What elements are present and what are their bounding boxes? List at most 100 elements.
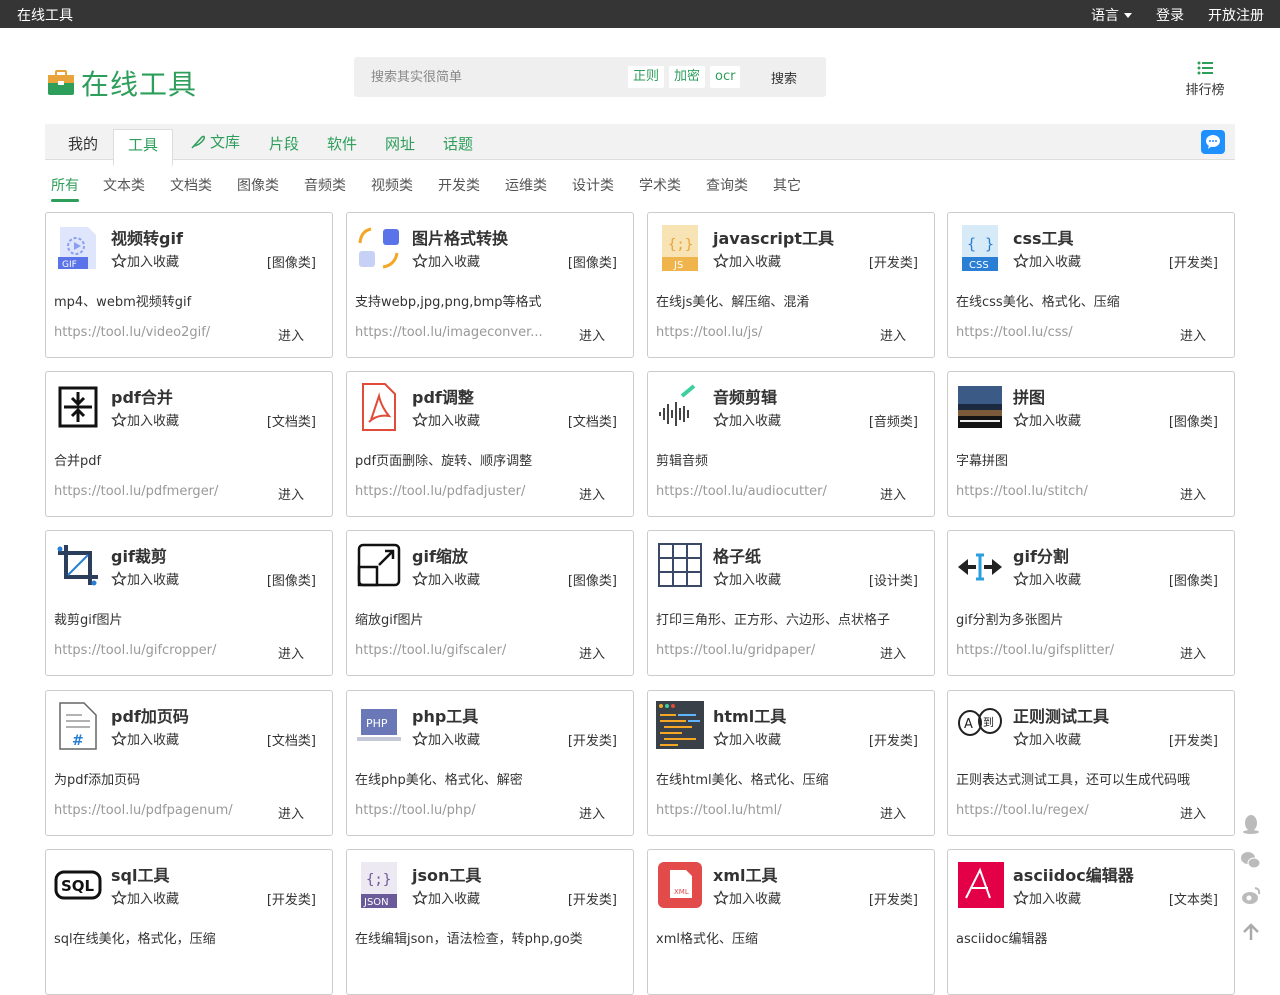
tab-mine[interactable]: 我的	[68, 124, 98, 160]
favorite-button[interactable]: 加入收藏	[1013, 888, 1081, 907]
site-logo[interactable]: 在线工具	[47, 63, 197, 103]
category-video[interactable]: 视频类	[371, 175, 413, 195]
tab-sites[interactable]: 网址	[385, 124, 415, 160]
enter-link[interactable]: 进入	[579, 643, 605, 662]
tool-url[interactable]: https://tool.lu/gifsplitter/	[956, 643, 1156, 658]
tool-title[interactable]: sql工具	[111, 862, 169, 886]
favorite-button[interactable]: 加入收藏	[111, 410, 179, 429]
quick-tag-regex[interactable]: 正则	[628, 66, 665, 88]
category-document[interactable]: 文档类	[170, 175, 212, 195]
tool-card[interactable]: gif缩放 加入收藏 [图像类] 缩放gif图片 https://tool.lu/gif…	[346, 530, 634, 676]
enter-link[interactable]: 进入	[880, 803, 906, 822]
tool-card[interactable]: 音频剪辑 加入收藏 [音频类] 剪辑音频 https://tool.lu/audiocu…	[647, 371, 935, 517]
tool-url[interactable]: https://tool.lu/js/	[656, 325, 856, 340]
tool-url[interactable]: https://tool.lu/php/	[355, 803, 555, 818]
favorite-button[interactable]: 加入收藏	[111, 569, 179, 588]
tool-card[interactable]: PHP php工具 加入收藏 [开发类] 在线php美化、格式化、解密 https://t…	[346, 690, 634, 836]
tool-card[interactable]: { } CSS css工具 加入收藏 [开发类] 在线css美化、格式化、压缩 https:…	[947, 212, 1235, 358]
enter-link[interactable]: 进入	[579, 803, 605, 822]
tool-card[interactable]: {;} JSON json工具 加入收藏 [开发类] 在线编辑json，语法检查，转php…	[346, 849, 634, 995]
favorite-button[interactable]: 加入收藏	[111, 888, 179, 907]
tool-title[interactable]: 图片格式转换	[412, 225, 508, 249]
tool-title[interactable]: gif缩放	[412, 543, 468, 567]
category-all[interactable]: 所有	[51, 175, 79, 202]
tool-title[interactable]: 视频转gif	[111, 225, 183, 249]
favorite-button[interactable]: 加入收藏	[412, 888, 480, 907]
tool-title[interactable]: pdf加页码	[111, 703, 189, 727]
tool-card[interactable]: gif分割 加入收藏 [图像类] gif分割为多张图片 https://tool.lu/…	[947, 530, 1235, 676]
tool-card[interactable]: A 到正则测试工具 加入收藏 [开发类] 正则表达式测试工具，还可以生成代码哦 https…	[947, 690, 1235, 836]
tool-card[interactable]: html工具 加入收藏 [开发类] 在线html美化、格式化、压缩 https://to…	[647, 690, 935, 836]
tool-card[interactable]: GIF 视频转gif 加入收藏 [图像类] mp4、webm视频转gif https://…	[45, 212, 333, 358]
quick-tag-ocr[interactable]: ocr	[710, 66, 741, 88]
tool-title[interactable]: asciidoc编辑器	[1013, 862, 1134, 886]
tool-title[interactable]: javascript工具	[713, 225, 834, 249]
category-design[interactable]: 设计类	[572, 175, 614, 195]
tab-topics[interactable]: 话题	[443, 124, 473, 160]
tool-title[interactable]: css工具	[1013, 225, 1074, 249]
enter-link[interactable]: 进入	[278, 803, 304, 822]
quick-tag-encrypt[interactable]: 加密	[669, 66, 706, 88]
enter-link[interactable]: 进入	[880, 484, 906, 503]
tool-card[interactable]: 拼图 加入收藏 [图像类] 字幕拼图 https://tool.lu/stitch/进入	[947, 371, 1235, 517]
tool-title[interactable]: 音频剪辑	[713, 384, 777, 408]
tool-url[interactable]: https://tool.lu/gifcropper/	[54, 643, 254, 658]
tool-title[interactable]: php工具	[412, 703, 478, 727]
favorite-button[interactable]: 加入收藏	[713, 410, 781, 429]
login-link[interactable]: 登录	[1156, 5, 1184, 25]
favorite-button[interactable]: 加入收藏	[713, 888, 781, 907]
tool-card[interactable]: # pdf加页码 加入收藏 [文档类] 为pdf添加页码 https://tool.lu/…	[45, 690, 333, 836]
tool-card[interactable]: gif裁剪 加入收藏 [图像类] 裁剪gif图片 https://tool.lu/gif…	[45, 530, 333, 676]
tool-url[interactable]: https://tool.lu/stitch/	[956, 484, 1156, 499]
tool-title[interactable]: pdf调整	[412, 384, 474, 408]
category-query[interactable]: 查询类	[706, 175, 748, 195]
register-link[interactable]: 开放注册	[1208, 5, 1264, 25]
enter-link[interactable]: 进入	[1180, 484, 1206, 503]
tool-title[interactable]: xml工具	[713, 862, 777, 886]
category-academic[interactable]: 学术类	[639, 175, 681, 195]
tool-url[interactable]: https://tool.lu/imageconver...	[355, 325, 555, 340]
back-to-top-icon[interactable]	[1240, 921, 1262, 943]
tool-url[interactable]: https://tool.lu/audiocutter/	[656, 484, 856, 499]
tool-title[interactable]: pdf合并	[111, 384, 173, 408]
top-brand-link[interactable]: 在线工具	[17, 5, 73, 25]
favorite-button[interactable]: 加入收藏	[412, 729, 480, 748]
enter-link[interactable]: 进入	[880, 643, 906, 662]
enter-link[interactable]: 进入	[278, 325, 304, 344]
favorite-button[interactable]: 加入收藏	[111, 251, 179, 270]
tool-url[interactable]: https://tool.lu/pdfadjuster/	[355, 484, 555, 499]
tool-card[interactable]: pdf合并 加入收藏 [文档类] 合并pdf https://tool.lu/pdfme…	[45, 371, 333, 517]
tool-title[interactable]: 格子纸	[713, 543, 761, 567]
tab-snippets[interactable]: 片段	[269, 124, 299, 160]
tool-title[interactable]: 正则测试工具	[1013, 703, 1109, 727]
category-image[interactable]: 图像类	[237, 175, 279, 195]
favorite-button[interactable]: 加入收藏	[412, 251, 480, 270]
favorite-button[interactable]: 加入收藏	[412, 569, 480, 588]
tool-card[interactable]: {;} JS javascript工具 加入收藏 [开发类] 在线js美化、解压缩、混淆 h…	[647, 212, 935, 358]
tab-library[interactable]: 文库	[190, 124, 240, 160]
enter-link[interactable]: 进入	[1180, 803, 1206, 822]
tool-card[interactable]: 格子纸 加入收藏 [设计类] 打印三角形、正方形、六边形、点状格子 https://to…	[647, 530, 935, 676]
tool-card[interactable]: SQL sql工具 加入收藏 [开发类] sql在线美化，格式化，压缩	[45, 849, 333, 995]
category-text[interactable]: 文本类	[103, 175, 145, 195]
tool-url[interactable]: https://tool.lu/regex/	[956, 803, 1156, 818]
tool-url[interactable]: https://tool.lu/pdfpagenum/	[54, 803, 254, 818]
language-dropdown[interactable]: 语言	[1067, 5, 1132, 25]
favorite-button[interactable]: 加入收藏	[713, 729, 781, 748]
tool-url[interactable]: https://tool.lu/video2gif/	[54, 325, 254, 340]
weibo-icon[interactable]	[1240, 885, 1262, 907]
chat-button[interactable]	[1201, 130, 1225, 154]
favorite-button[interactable]: 加入收藏	[713, 251, 781, 270]
search-input[interactable]	[354, 57, 624, 97]
wechat-icon[interactable]	[1240, 849, 1262, 871]
category-audio[interactable]: 音频类	[304, 175, 346, 195]
favorite-button[interactable]: 加入收藏	[412, 410, 480, 429]
tool-title[interactable]: json工具	[412, 862, 481, 886]
tool-title[interactable]: 拼图	[1013, 384, 1045, 408]
favorite-button[interactable]: 加入收藏	[111, 729, 179, 748]
enter-link[interactable]: 进入	[1180, 325, 1206, 344]
tool-card[interactable]: 图片格式转换 加入收藏 [图像类] 支持webp,jpg,png,bmp等格式 http…	[346, 212, 634, 358]
tool-title[interactable]: gif裁剪	[111, 543, 167, 567]
tool-url[interactable]: https://tool.lu/html/	[656, 803, 856, 818]
tool-url[interactable]: https://tool.lu/css/	[956, 325, 1156, 340]
